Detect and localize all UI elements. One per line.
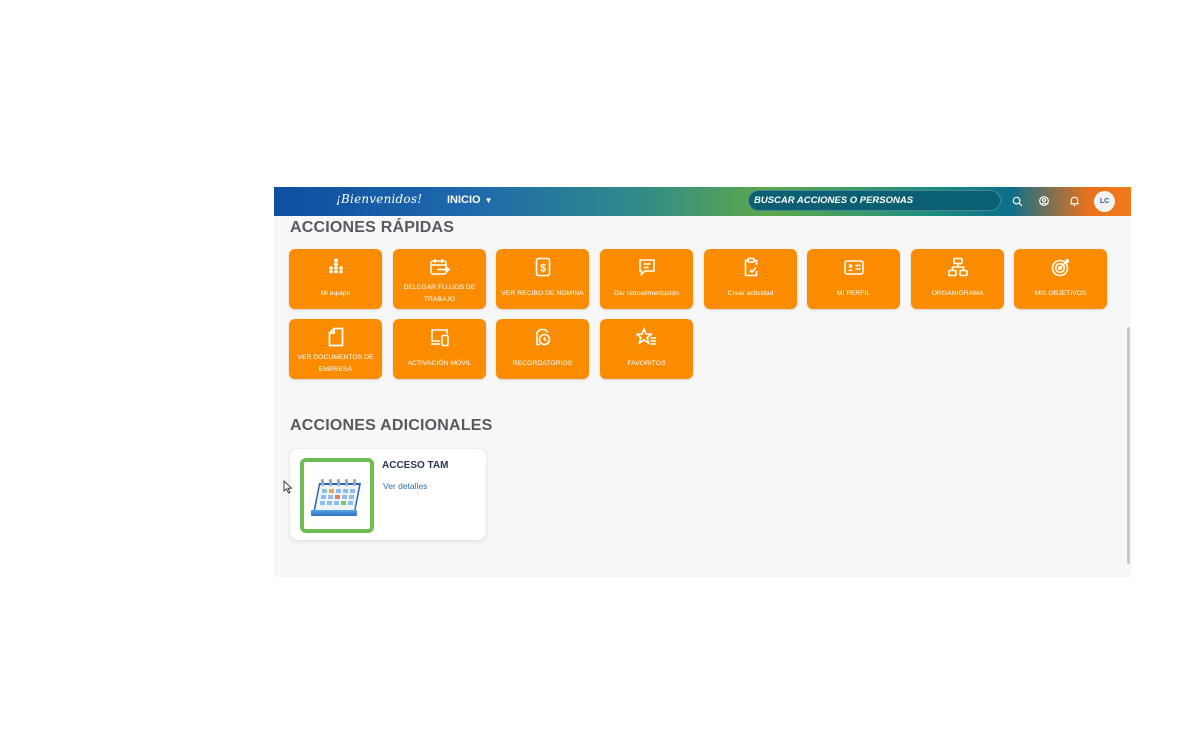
tile-dar-retroalimentacion[interactable]: Dar retroalimentación	[600, 249, 693, 309]
avatar[interactable]: LC	[1094, 191, 1115, 212]
nav-inicio-dropdown[interactable]: INICIO ▼	[447, 194, 493, 206]
tile-favoritos[interactable]: FAVORITOS	[600, 319, 693, 379]
section-title-quick-actions: ACCIONES RÁPIDAS	[290, 219, 455, 236]
tile-label: Dar retroalimentación	[614, 289, 679, 297]
star-list-icon	[634, 326, 658, 349]
agent-assistant-icon[interactable]	[1036, 193, 1052, 209]
tile-mi-perfil[interactable]: MI PERFIL	[807, 249, 900, 309]
avatar-initials: LC	[1099, 198, 1110, 205]
org-chart-icon	[947, 257, 969, 279]
tile-mi-equipo[interactable]: Mi equipo	[289, 249, 382, 309]
tile-recordatorios[interactable]: RECORDATORIOS	[496, 319, 589, 379]
calendar-icon	[300, 458, 374, 533]
app-window: ¡Bienvenidos! INICIO ▼ LC ACCIONES RÁPID…	[274, 187, 1131, 577]
tile-label: Mi equipo	[320, 289, 351, 297]
feedback-icon	[637, 257, 657, 279]
tile-activacion-movil[interactable]: ACTIVACIÓN MÓVIL	[393, 319, 486, 379]
tile-label: RECORDATORIOS	[512, 359, 573, 367]
payslip-icon: $	[534, 257, 552, 279]
tile-label: ACTIVACIÓN MÓVIL	[407, 359, 472, 367]
svg-text:$: $	[539, 263, 545, 275]
calendar-delegate-icon	[429, 257, 451, 279]
target-icon	[1050, 257, 1072, 279]
reminder-icon	[533, 327, 553, 349]
scrollbar[interactable]	[1127, 327, 1130, 564]
search-icon[interactable]	[1009, 193, 1025, 209]
tile-label: MI PERFIL	[836, 289, 871, 297]
tile-ver-documentos-empresa[interactable]: VER DOCUMENTOS DE EMPRESA	[289, 319, 382, 379]
tile-label: VER RECIBO DE NÓMINA	[501, 289, 584, 297]
acceso-tam-card[interactable]: ACCESO TAM Ver detalles	[290, 449, 486, 540]
tile-label: MIS OBJETIVOS	[1034, 289, 1087, 297]
tile-crear-actividad[interactable]: Crear actividad	[704, 249, 797, 309]
tile-label: Crear actividad	[727, 289, 774, 297]
ver-detalles-link[interactable]: Ver detalles	[383, 481, 427, 491]
section-title-additional-actions: ACCIONES ADICIONALES	[290, 417, 493, 434]
card-title: ACCESO TAM	[382, 460, 449, 471]
nav-inicio-label: INICIO	[447, 194, 481, 206]
clipboard-check-icon	[742, 257, 760, 279]
chevron-down-icon: ▼	[484, 195, 493, 205]
top-bar: ¡Bienvenidos! INICIO ▼ LC	[274, 187, 1131, 216]
tile-delegar-flujos[interactable]: DELEGAR FLUJOS DE TRABAJO	[393, 249, 486, 309]
search-box[interactable]	[748, 190, 1001, 211]
tile-label: FAVORITOS	[627, 359, 666, 367]
tile-ver-recibo-nomina[interactable]: $ VER RECIBO DE NÓMINA	[496, 249, 589, 309]
tile-organigrama[interactable]: ORGANIGRAMA	[911, 249, 1004, 309]
bell-icon[interactable]	[1066, 193, 1082, 209]
tile-label: ORGANIGRAMA	[931, 289, 984, 297]
devices-icon	[429, 327, 451, 349]
document-icon	[327, 327, 345, 349]
brand-logo: ¡Bienvenidos!	[336, 192, 423, 206]
team-hierarchy-icon	[326, 257, 346, 279]
id-card-icon	[843, 257, 865, 279]
search-input[interactable]	[754, 193, 990, 208]
tile-label: VER DOCUMENTOS DE EMPRESA	[297, 353, 374, 373]
tile-mis-objetivos[interactable]: MIS OBJETIVOS	[1014, 249, 1107, 309]
tile-label: DELEGAR FLUJOS DE TRABAJO	[403, 283, 476, 303]
mouse-pointer-icon	[283, 479, 293, 499]
